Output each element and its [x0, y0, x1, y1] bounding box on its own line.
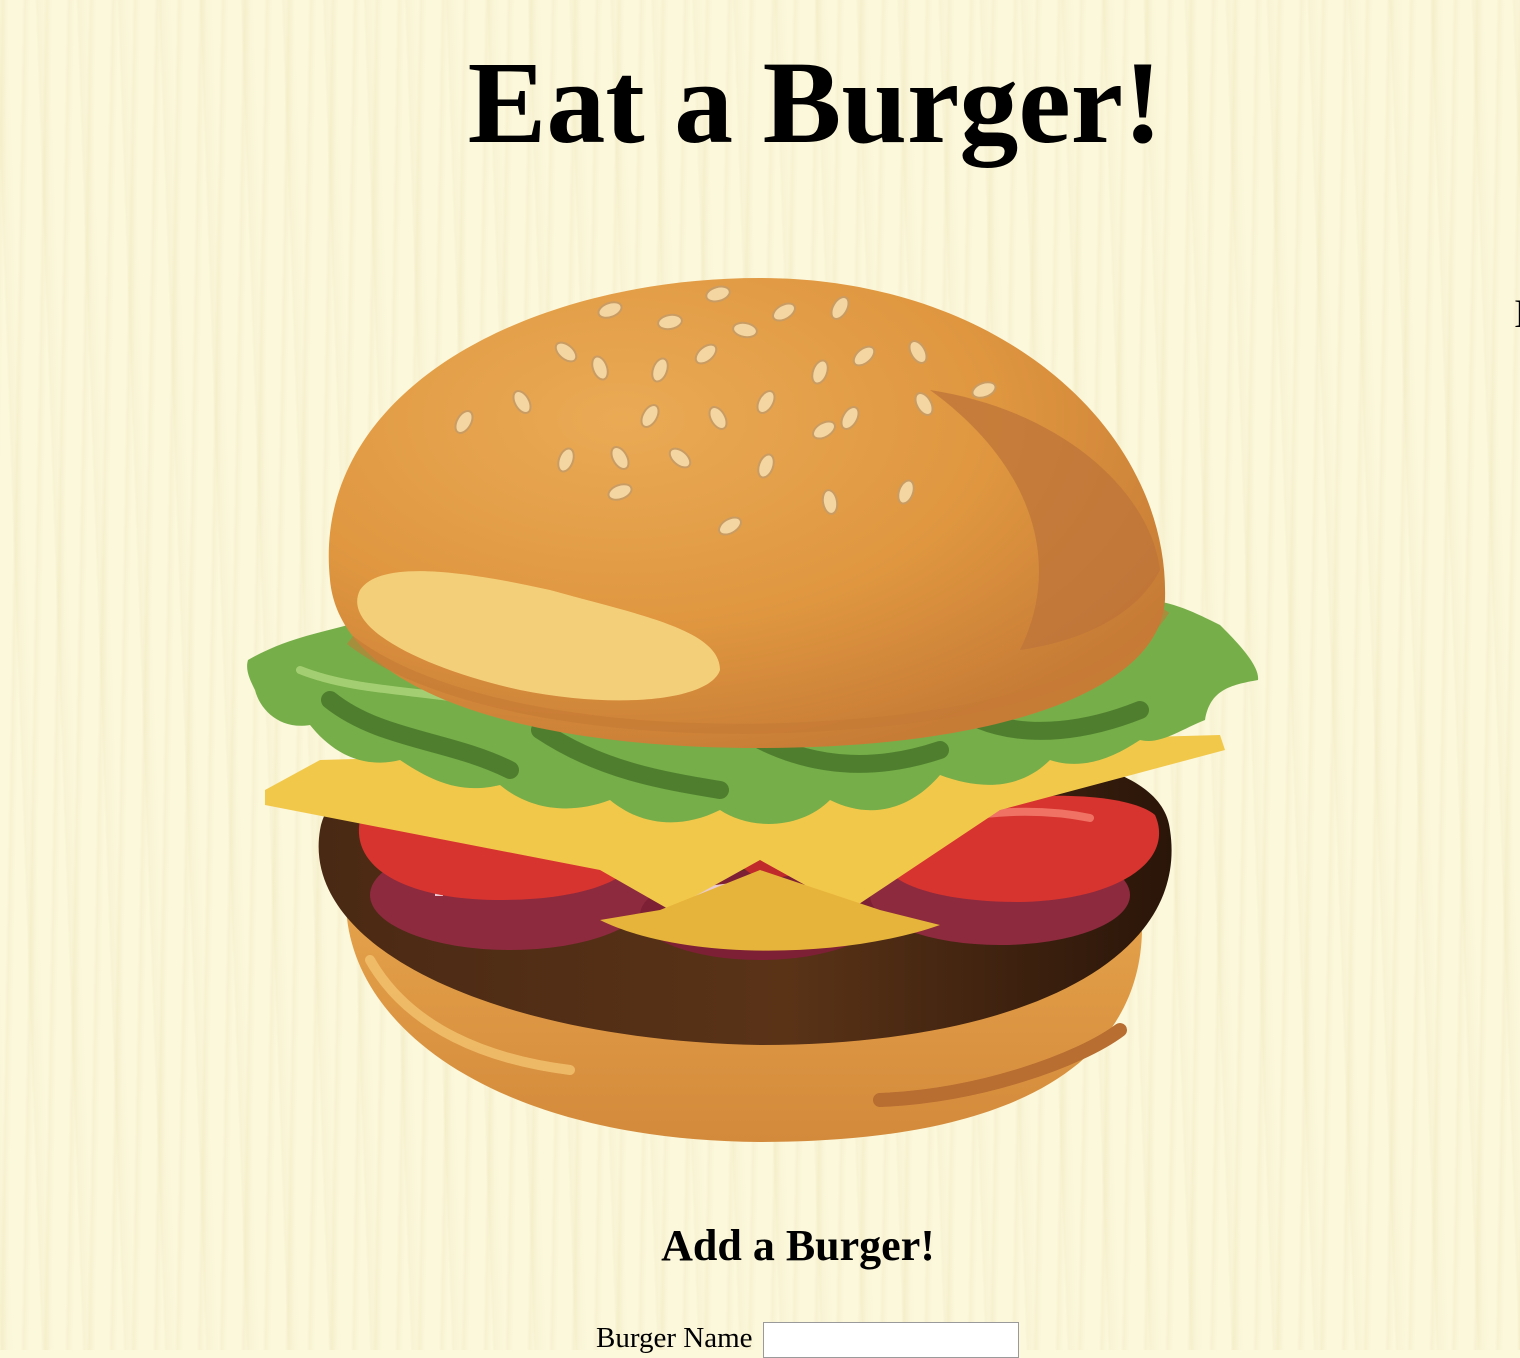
- page-title: Eat a Burger!: [467, 37, 1163, 168]
- burger-icon: [247, 278, 1259, 1142]
- edge-cut-text: I: [1514, 294, 1520, 334]
- add-burger-heading: Add a Burger!: [661, 1221, 935, 1270]
- burger-name-label: Burger Name: [596, 1321, 753, 1354]
- add-burger-form: Burger Name: [596, 1318, 1019, 1358]
- burger-name-input[interactable]: [762, 1322, 1019, 1358]
- burger-illustration: [240, 270, 1270, 1160]
